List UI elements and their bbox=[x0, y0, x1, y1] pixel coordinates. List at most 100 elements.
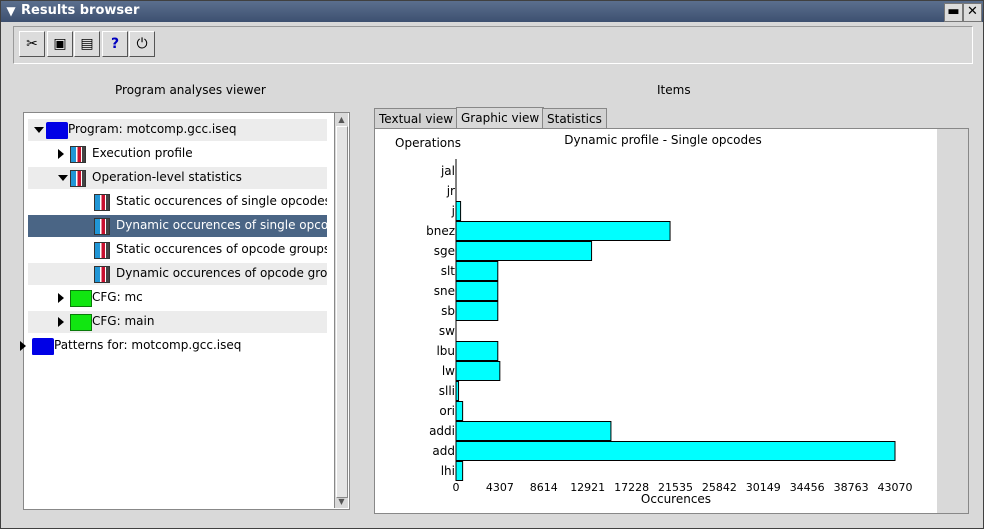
tree-scrollbar[interactable]: ▲ ▼ bbox=[334, 113, 348, 508]
tree-item[interactable]: Static occurences of opcode groups bbox=[28, 239, 327, 261]
save-icon: ▤ bbox=[80, 36, 94, 52]
tree-item[interactable]: Operation-level statistics bbox=[28, 167, 327, 189]
category-label: addi bbox=[429, 424, 455, 438]
close-button[interactable]: ✕ bbox=[963, 3, 982, 22]
tree-item-label: Execution profile bbox=[92, 146, 193, 160]
document-icon: ▣ bbox=[53, 36, 67, 52]
bar bbox=[455, 401, 464, 421]
tree-item-label: Dynamic occurences of opcode groups bbox=[116, 266, 327, 280]
tree-item[interactable]: Program: motcomp.gcc.iseq bbox=[28, 119, 327, 141]
right-panel-title: Items bbox=[657, 83, 691, 97]
power-icon: ⏻ bbox=[136, 36, 148, 52]
window-menu-icon[interactable]: ▼ bbox=[4, 4, 18, 18]
tab-textual-view[interactable]: Textual view bbox=[374, 108, 459, 129]
tree-item[interactable]: Dynamic occurences of single opcodes bbox=[28, 215, 327, 237]
bar bbox=[455, 241, 593, 261]
power-button[interactable]: ⏻ bbox=[129, 31, 155, 57]
x-tick-label: 4307 bbox=[486, 481, 514, 494]
x-tick-label: 34456 bbox=[790, 481, 825, 494]
results-browser-window: ▼ Results browser ▬ ✕ ✂ ▣ ▤ ? ⏻ Program … bbox=[0, 0, 984, 529]
chart-folder-icon bbox=[70, 170, 86, 187]
category-label: sw bbox=[439, 324, 455, 338]
green-folder-icon bbox=[70, 290, 92, 307]
tree-item[interactable]: Execution profile bbox=[28, 143, 327, 165]
category-label: add bbox=[432, 444, 455, 458]
bar bbox=[455, 201, 462, 221]
tree-item-label: Dynamic occurences of single opcodes bbox=[116, 218, 327, 232]
expand-arrow-icon[interactable] bbox=[58, 293, 64, 303]
x-tick-label: 21535 bbox=[658, 481, 693, 494]
help-button[interactable]: ? bbox=[102, 31, 128, 57]
tree-item[interactable]: Static occurences of single opcodes bbox=[28, 191, 327, 213]
expand-arrow-icon[interactable] bbox=[58, 149, 64, 159]
chart-panel: Dynamic profile - Single opcodes Operatio… bbox=[374, 128, 969, 514]
scroll-up-icon[interactable]: ▲ bbox=[336, 114, 347, 125]
tree-item-label: Program: motcomp.gcc.iseq bbox=[68, 122, 237, 136]
save-button[interactable]: ▤ bbox=[74, 31, 100, 57]
tree-item-label: Static occurences of single opcodes bbox=[116, 194, 327, 208]
bar-chart: Dynamic profile - Single opcodes Operatio… bbox=[395, 133, 913, 506]
tab-statistics[interactable]: Statistics bbox=[542, 108, 607, 129]
minimize-button[interactable]: ▬ bbox=[944, 3, 963, 22]
x-axis-label: Occurences bbox=[641, 492, 711, 506]
expand-arrow-icon[interactable] bbox=[58, 317, 64, 327]
x-tick-label: 30149 bbox=[746, 481, 781, 494]
green-folder-icon bbox=[70, 314, 92, 331]
bar bbox=[455, 441, 896, 461]
title-bar[interactable]: ▼ Results browser ▬ ✕ bbox=[1, 1, 983, 22]
x-tick-label: 43070 bbox=[878, 481, 913, 494]
tree-item-label: Static occurences of opcode groups bbox=[116, 242, 327, 256]
category-label: sge bbox=[434, 244, 455, 258]
bar bbox=[455, 341, 499, 361]
collapse-arrow-icon[interactable] bbox=[58, 175, 68, 181]
y-axis-label: Operations bbox=[395, 136, 461, 150]
document-button[interactable]: ▣ bbox=[47, 31, 73, 57]
window-title: Results browser bbox=[21, 3, 140, 18]
category-label: jr bbox=[446, 184, 455, 198]
tree-item[interactable]: Patterns for: motcomp.gcc.iseq bbox=[20, 335, 327, 357]
chart-title: Dynamic profile - Single opcodes bbox=[564, 133, 761, 147]
chart-folder-icon bbox=[70, 146, 86, 163]
category-label: lw bbox=[442, 364, 455, 378]
tree-item-label: Operation-level statistics bbox=[92, 170, 242, 184]
bar bbox=[455, 261, 499, 281]
category-label: sb bbox=[441, 304, 455, 318]
tree-item-label: Patterns for: motcomp.gcc.iseq bbox=[54, 338, 242, 352]
x-tick-label: 12921 bbox=[570, 481, 605, 494]
x-tick-label: 8614 bbox=[530, 481, 558, 494]
tab-graphic-view[interactable]: Graphic view bbox=[456, 107, 545, 130]
x-tick-label: 0 bbox=[453, 481, 460, 494]
analyses-tree[interactable]: Program: motcomp.gcc.iseq Execution profi… bbox=[20, 112, 350, 510]
category-label: ori bbox=[439, 404, 455, 418]
scrollbar-thumb[interactable] bbox=[336, 126, 348, 498]
tree-item-label: CFG: main bbox=[92, 314, 155, 328]
tree-item[interactable]: Dynamic occurences of opcode groups bbox=[28, 263, 327, 285]
expand-arrow-icon[interactable] bbox=[20, 341, 26, 351]
tools-button[interactable]: ✂ bbox=[19, 31, 45, 57]
toolbar: ✂ ▣ ▤ ? ⏻ bbox=[13, 26, 973, 64]
bar-chart-icon bbox=[94, 266, 110, 283]
scroll-down-icon[interactable]: ▼ bbox=[336, 496, 347, 507]
bar-chart-icon bbox=[94, 218, 110, 235]
bar bbox=[455, 461, 464, 481]
bar bbox=[455, 221, 671, 241]
category-label: jal bbox=[440, 164, 455, 178]
bar bbox=[455, 301, 499, 321]
tree-item[interactable]: CFG: mc bbox=[28, 287, 327, 309]
category-label: sne bbox=[434, 284, 455, 298]
category-label: bnez bbox=[426, 224, 455, 238]
bar bbox=[455, 421, 612, 441]
x-tick-label: 17228 bbox=[614, 481, 649, 494]
category-label: slt bbox=[441, 264, 456, 278]
collapse-arrow-icon[interactable] bbox=[34, 127, 44, 133]
tree-item[interactable]: CFG: main bbox=[28, 311, 327, 333]
bar bbox=[455, 361, 501, 381]
blue-folder-icon bbox=[46, 122, 68, 139]
left-panel-title: Program analyses viewer bbox=[115, 83, 266, 97]
tree-item-label: CFG: mc bbox=[92, 290, 143, 304]
category-label: slli bbox=[439, 384, 455, 398]
tools-icon: ✂ bbox=[26, 36, 38, 52]
x-tick-label: 38763 bbox=[834, 481, 869, 494]
category-label: lbu bbox=[436, 344, 455, 358]
category-label: lhi bbox=[441, 464, 455, 478]
